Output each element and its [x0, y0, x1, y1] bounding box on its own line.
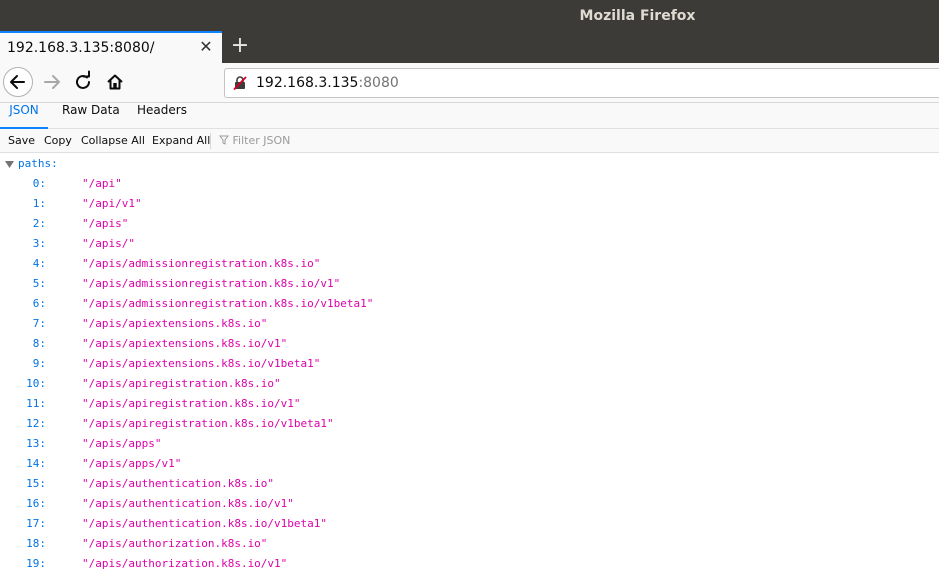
json-key: 13:	[26, 437, 46, 450]
json-string: "/apis/authentication.k8s.io"	[82, 477, 275, 490]
copy-button[interactable]: Copy	[44, 134, 72, 147]
json-key: 0:	[32, 177, 46, 190]
triangle-down-icon[interactable]	[5, 159, 14, 172]
json-string: "/apis/authentication.k8s.io/v1"	[82, 497, 294, 510]
collapse-all-button[interactable]: Collapse All	[81, 134, 145, 147]
json-row[interactable]: 19: "/apis/authorization.k8s.io/v1"	[0, 553, 939, 573]
window-title: Mozilla Firefox	[579, 7, 696, 24]
json-string: "/api"	[82, 177, 122, 190]
url-host: 192.168.3.135	[256, 75, 359, 91]
back-arrow-icon[interactable]	[3, 67, 33, 97]
json-row[interactable]: 2: "/apis"	[0, 213, 939, 233]
json-string: "/apis/apps/v1"	[82, 457, 182, 470]
json-key: 9:	[32, 357, 46, 370]
browser-tab[interactable]: 192.168.3.135:8080/ ✕	[0, 31, 222, 63]
url-bar[interactable]: 192.168.3.135:8080	[224, 68, 939, 98]
json-string: "/apis/authorization.k8s.io/v1"	[82, 557, 288, 570]
json-row[interactable]: 14: "/apis/apps/v1"	[0, 453, 939, 473]
url-text: 192.168.3.135:8080	[256, 75, 399, 91]
expand-all-button[interactable]: Expand All	[152, 134, 210, 147]
json-row[interactable]: 8: "/apis/apiextensions.k8s.io/v1"	[0, 333, 939, 353]
navigation-toolbar: 192.168.3.135:8080	[0, 63, 939, 103]
json-row[interactable]: 3: "/apis/"	[0, 233, 939, 253]
json-row[interactable]: 12: "/apis/apiregistration.k8s.io/v1beta…	[0, 413, 939, 433]
forward-arrow-icon[interactable]	[37, 67, 67, 97]
json-toolbar: Save Copy Collapse All Expand All Filter…	[0, 129, 939, 153]
json-string: "/apis/apiextensions.k8s.io/v1beta1"	[82, 357, 321, 370]
json-string: "/apis/apiregistration.k8s.io"	[82, 377, 281, 390]
insecure-lock-icon[interactable]	[232, 75, 248, 95]
json-row[interactable]: 5: "/apis/admissionregistration.k8s.io/v…	[0, 273, 939, 293]
reload-icon[interactable]	[68, 67, 98, 97]
tab-json[interactable]: JSON	[0, 103, 48, 129]
window-titlebar: Mozilla Firefox	[0, 0, 939, 31]
tab-strip: 192.168.3.135:8080/ ✕ +	[0, 31, 939, 63]
json-key: 19:	[26, 557, 46, 570]
json-row[interactable]: 13: "/apis/apps"	[0, 433, 939, 453]
json-row[interactable]: 15: "/apis/authentication.k8s.io"	[0, 473, 939, 493]
close-tab-icon[interactable]: ✕	[197, 38, 215, 56]
json-string: "/apis/apiregistration.k8s.io/v1"	[82, 397, 301, 410]
tab-headers[interactable]: Headers	[137, 103, 187, 129]
json-key: 6:	[32, 297, 46, 310]
home-icon[interactable]	[100, 67, 130, 97]
json-row[interactable]: 18: "/apis/authorization.k8s.io"	[0, 533, 939, 553]
json-key: 17:	[26, 517, 46, 530]
json-row[interactable]: 9: "/apis/apiextensions.k8s.io/v1beta1"	[0, 353, 939, 373]
json-row[interactable]: 0: "/api"	[0, 173, 939, 193]
json-string: "/apis/apps"	[82, 437, 162, 450]
filter-placeholder: Filter JSON	[232, 134, 291, 147]
json-string: "/api/v1"	[82, 197, 142, 210]
json-key: 2:	[32, 217, 46, 230]
json-key: 4:	[32, 257, 46, 270]
json-row[interactable]: 4: "/apis/admissionregistration.k8s.io"	[0, 253, 939, 273]
json-key: 7:	[32, 317, 46, 330]
json-viewer-tabs: JSON Raw Data Headers	[0, 103, 939, 129]
filter-json-input[interactable]: Filter JSON	[219, 134, 290, 147]
json-key: 16:	[26, 497, 46, 510]
json-key: 12:	[26, 417, 46, 430]
json-string: "/apis"	[82, 217, 129, 230]
tab-title: 192.168.3.135:8080/	[7, 40, 155, 56]
json-string: "/apis/authentication.k8s.io/v1beta1"	[82, 517, 328, 530]
json-key: 18:	[26, 537, 46, 550]
json-key: 15:	[26, 477, 46, 490]
json-row[interactable]: 7: "/apis/apiextensions.k8s.io"	[0, 313, 939, 333]
json-string: "/apis/"	[82, 237, 135, 250]
filter-icon	[219, 135, 229, 145]
json-key: 5:	[32, 277, 46, 290]
json-row[interactable]: 11: "/apis/apiregistration.k8s.io/v1"	[0, 393, 939, 413]
json-row[interactable]: 10: "/apis/apiregistration.k8s.io"	[0, 373, 939, 393]
json-string: "/apis/apiregistration.k8s.io/v1beta1"	[82, 417, 334, 430]
json-row[interactable]: 17: "/apis/authentication.k8s.io/v1beta1…	[0, 513, 939, 533]
json-row[interactable]: 16: "/apis/authentication.k8s.io/v1"	[0, 493, 939, 513]
save-button[interactable]: Save	[8, 134, 35, 147]
json-key-paths: paths:	[18, 157, 58, 170]
json-string: "/apis/apiextensions.k8s.io"	[82, 317, 268, 330]
tab-raw-data[interactable]: Raw Data	[62, 103, 120, 129]
json-row[interactable]: 6: "/apis/admissionregistration.k8s.io/v…	[0, 293, 939, 313]
new-tab-button[interactable]: +	[230, 34, 250, 58]
json-key: 3:	[32, 237, 46, 250]
json-tree: paths: 0: "/api" 1: "/api/v1" 2: "/apis"…	[0, 153, 939, 575]
json-key: 11:	[26, 397, 46, 410]
json-string: "/apis/admissionregistration.k8s.io/v1be…	[82, 297, 374, 310]
url-port: :8080	[358, 75, 399, 91]
json-string: "/apis/admissionregistration.k8s.io/v1"	[82, 277, 341, 290]
json-string: "/apis/admissionregistration.k8s.io"	[82, 257, 321, 270]
json-key: 10:	[26, 377, 46, 390]
json-row[interactable]: 1: "/api/v1"	[0, 193, 939, 213]
json-string: "/apis/apiextensions.k8s.io/v1"	[82, 337, 288, 350]
json-key: 14:	[26, 457, 46, 470]
json-string: "/apis/authorization.k8s.io"	[82, 537, 268, 550]
toolbar-divider	[210, 133, 211, 149]
json-key: 1:	[32, 197, 46, 210]
json-key: 8:	[32, 337, 46, 350]
